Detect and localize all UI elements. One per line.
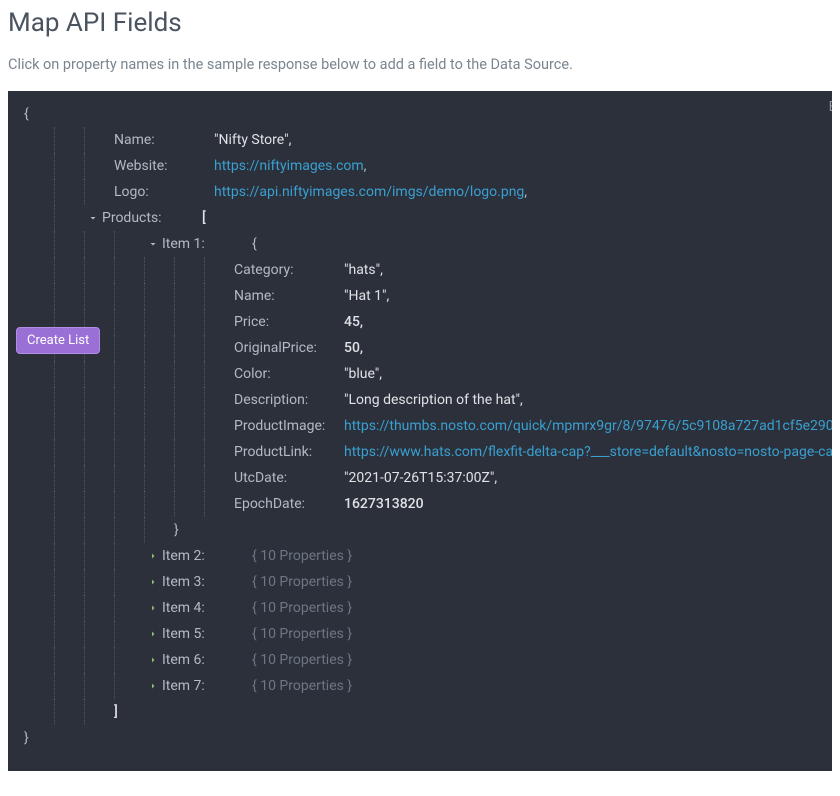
val-price: 45, (344, 314, 363, 330)
bracket-open: [ (202, 210, 206, 226)
prop-productimage[interactable]: ProductImage: (234, 418, 344, 434)
val-logo[interactable]: https://api.niftyimages.com/imgs/demo/lo… (214, 184, 524, 200)
json-panel: Expand All Create List { Name: "Nifty St… (8, 91, 832, 771)
val-origprice: 50, (344, 340, 363, 356)
prop-utcdate[interactable]: UtcDate: (234, 470, 344, 486)
chevron-right-icon[interactable] (144, 550, 162, 562)
collapsed-summary[interactable]: { 10 Properties } (252, 574, 352, 590)
prop-color[interactable]: Color: (234, 366, 344, 382)
collapsed-summary[interactable]: { 10 Properties } (252, 678, 352, 694)
prop-epochdate[interactable]: EpochDate: (234, 496, 344, 512)
chevron-right-icon[interactable] (144, 628, 162, 640)
chevron-right-icon[interactable] (144, 602, 162, 614)
brace-open: { (252, 236, 257, 252)
brace-close: } (174, 522, 179, 538)
collapsed-summary[interactable]: { 10 Properties } (252, 548, 352, 564)
prop-item7[interactable]: Item 7: (162, 678, 212, 694)
collapsed-summary[interactable]: { 10 Properties } (252, 626, 352, 642)
json-scroll-container[interactable]: Expand All Create List { Name: "Nifty St… (8, 91, 832, 771)
page-title: Map API Fields (8, 8, 832, 38)
prop-item1[interactable]: Item 1: (162, 236, 212, 252)
chevron-right-icon[interactable] (144, 654, 162, 666)
val-utcdate: "2021-07-26T15:37:00Z", (344, 470, 497, 486)
prop-item5[interactable]: Item 5: (162, 626, 212, 642)
val-productimage[interactable]: https://thumbs.nosto.com/quick/mpmrx9gr/… (344, 418, 832, 434)
page-description: Click on property names in the sample re… (8, 56, 832, 73)
brace-open: { (24, 106, 29, 122)
prop-productlink[interactable]: ProductLink: (234, 444, 344, 460)
collapsed-summary[interactable]: { 10 Properties } (252, 652, 352, 668)
prop-price[interactable]: Price: (234, 314, 344, 330)
chevron-down-icon[interactable] (84, 212, 102, 224)
chevron-down-icon[interactable] (144, 238, 162, 250)
collapsed-summary[interactable]: { 10 Properties } (252, 600, 352, 616)
val-color: "blue", (344, 366, 382, 382)
prop-item-name[interactable]: Name: (234, 288, 344, 304)
prop-item2[interactable]: Item 2: (162, 548, 212, 564)
val-desc: "Long description of the hat", (344, 392, 523, 408)
prop-category[interactable]: Category: (234, 262, 344, 278)
bracket-close: ] (114, 704, 118, 720)
prop-website[interactable]: Website: (114, 158, 214, 174)
create-list-button[interactable]: Create List (16, 327, 100, 354)
prop-origprice[interactable]: OriginalPrice: (234, 340, 344, 356)
val-website[interactable]: https://niftyimages.com (214, 158, 364, 174)
prop-desc[interactable]: Description: (234, 392, 344, 408)
brace-close: } (24, 730, 29, 746)
prop-products[interactable]: Products: (102, 210, 202, 226)
chevron-right-icon[interactable] (144, 576, 162, 588)
val-name: "Nifty Store", (214, 132, 291, 148)
val-category: "hats", (344, 262, 383, 278)
prop-name[interactable]: Name: (114, 132, 214, 148)
val-item-name: "Hat 1", (344, 288, 389, 304)
prop-item3[interactable]: Item 3: (162, 574, 212, 590)
prop-item6[interactable]: Item 6: (162, 652, 212, 668)
prop-item4[interactable]: Item 4: (162, 600, 212, 616)
val-epochdate: 1627313820 (344, 496, 424, 512)
prop-logo[interactable]: Logo: (114, 184, 214, 200)
chevron-right-icon[interactable] (144, 680, 162, 692)
val-productlink[interactable]: https://www.hats.com/flexfit-delta-cap?_… (344, 444, 832, 460)
